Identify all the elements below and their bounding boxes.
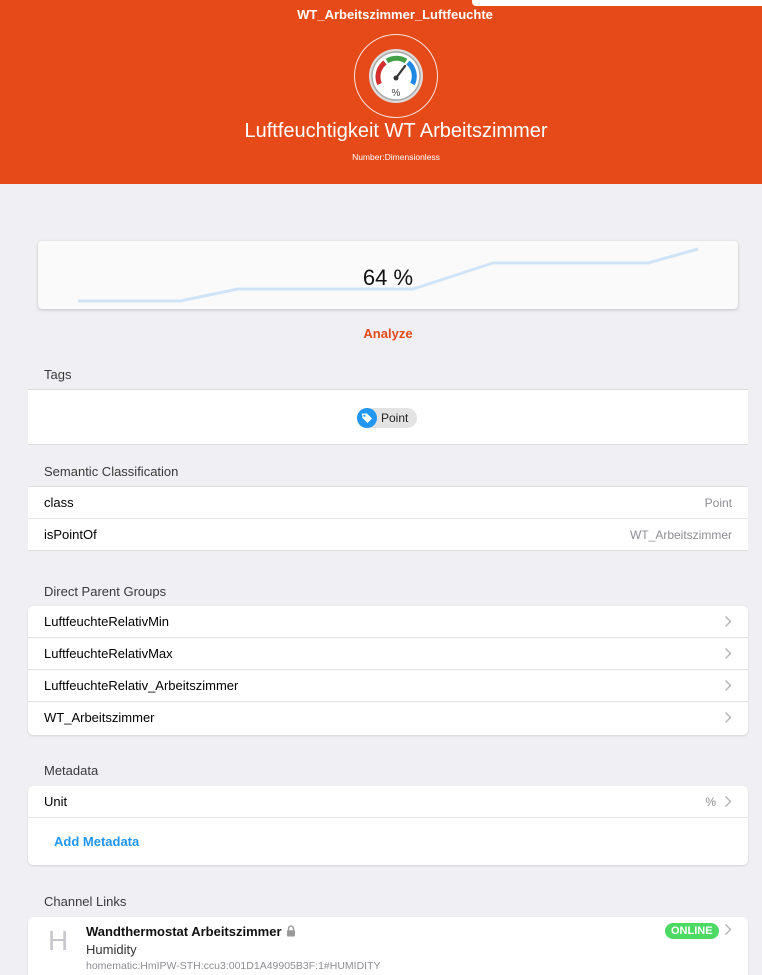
tags-card: Point: [28, 389, 748, 445]
parent-group-label: LuftfeuchteRelativMin: [44, 614, 170, 629]
metadata-section-title: Metadata: [44, 763, 99, 778]
humidity-gauge-icon: %: [369, 49, 423, 103]
metadata-row-value: %: [705, 795, 716, 809]
parent-group-item[interactable]: LuftfeuchteRelativMin: [28, 606, 748, 638]
channel-avatar: H: [48, 925, 69, 956]
channel-title-text: Wandthermostat Arbeitszimmer: [86, 924, 282, 939]
item-header: WT_Arbeitszimmer_Luftfeuchte % Luftfeuch…: [0, 0, 762, 184]
channel-title: Wandthermostat Arbeitszimmer: [86, 924, 296, 939]
channel-link-item[interactable]: H Wandthermostat Arbeitszimmer Humidity …: [28, 917, 748, 975]
chevron-right-icon: [724, 615, 732, 628]
parent-group-label: LuftfeuchteRelativ_Arbeitszimmer: [44, 678, 239, 693]
channel-uid: homematic:HmIPW-STH:ccu3:001D1A49905B3F:…: [86, 960, 381, 972]
parent-group-item[interactable]: LuftfeuchteRelativMax: [28, 638, 748, 670]
chevron-right-icon: [724, 795, 732, 808]
semantic-row-value: WT_Arbeitszimmer: [629, 528, 732, 542]
channel-subtitle: Humidity: [86, 942, 137, 957]
parent-group-label: WT_Arbeitszimmer: [44, 710, 155, 725]
chevron-right-icon: [724, 923, 732, 936]
parent-group-label: LuftfeuchteRelativMax: [44, 646, 173, 661]
semantic-row-value: Point: [704, 496, 732, 510]
state-value: 64 %: [362, 265, 414, 290]
metadata-row-unit[interactable]: Unit %: [28, 786, 748, 818]
metadata-row-label: Unit: [44, 794, 68, 809]
channel-links-section-title: Channel Links: [44, 894, 127, 909]
chevron-right-icon: [724, 679, 732, 692]
tag-label: Point: [381, 411, 409, 425]
parent-groups-card: LuftfeuchteRelativMin LuftfeuchteRelativ…: [28, 606, 748, 735]
overlay-tab: [472, 0, 762, 6]
state-card[interactable]: 64 %: [38, 241, 738, 309]
semantic-row-label: class: [44, 495, 74, 510]
semantic-row-label: isPointOf: [44, 527, 97, 542]
tags-section-title: Tags: [44, 367, 72, 382]
semantic-row-ispointof: isPointOf WT_Arbeitszimmer: [28, 519, 748, 551]
parent-group-item[interactable]: LuftfeuchteRelativ_Arbeitszimmer: [28, 670, 748, 702]
chevron-right-icon: [724, 711, 732, 724]
metadata-card: Unit % Add Metadata: [28, 786, 748, 865]
status-badge: ONLINE: [665, 923, 719, 939]
semantic-section-title: Semantic Classification: [44, 464, 179, 479]
item-label: Luftfeuchtigkeit WT Arbeitszimmer: [244, 120, 548, 142]
item-type: Number:Dimensionless: [352, 152, 440, 162]
semantic-card: class Point isPointOf WT_Arbeitszimmer: [28, 486, 748, 551]
lock-icon: [286, 925, 295, 937]
item-icon-frame: %: [354, 34, 438, 118]
svg-text:%: %: [392, 88, 401, 99]
tag-icon: [357, 408, 377, 428]
chevron-right-icon: [724, 647, 732, 660]
parent-group-item[interactable]: WT_Arbeitszimmer: [28, 702, 748, 734]
add-metadata-button[interactable]: Add Metadata: [54, 834, 139, 849]
parent-groups-section-title: Direct Parent Groups: [44, 584, 167, 599]
tag-chip[interactable]: Point: [357, 408, 418, 428]
analyze-button[interactable]: Analyze: [0, 326, 762, 341]
item-name: WT_Arbeitszimmer_Luftfeuchte: [297, 7, 493, 22]
semantic-row-class: class Point: [28, 487, 748, 519]
